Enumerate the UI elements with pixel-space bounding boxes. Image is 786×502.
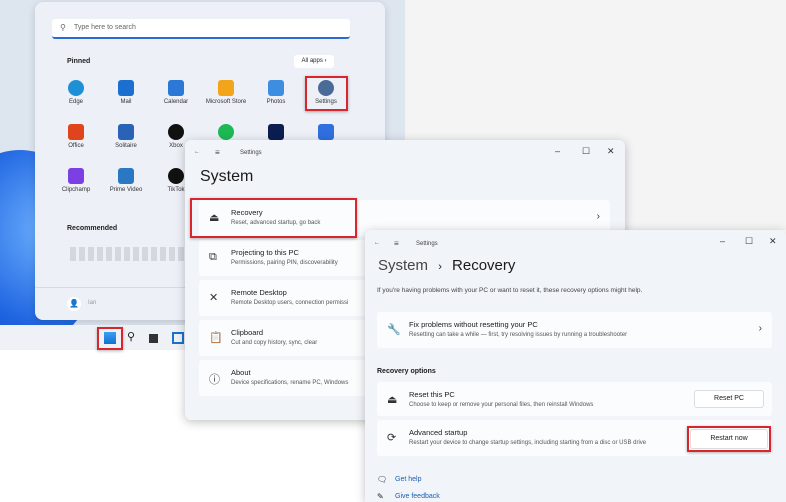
pinned-app-office[interactable]: Office — [51, 124, 101, 149]
card-title: Advanced startup — [409, 428, 468, 437]
all-apps-button[interactable]: All apps › — [294, 55, 334, 68]
app-label: Microsoft Store — [205, 99, 247, 105]
card-title: About — [231, 368, 251, 377]
card-subtitle: Cut and copy history, sync, clear — [231, 340, 318, 346]
search-icon: ⚲ — [60, 23, 66, 32]
section-label: Recovery options — [377, 368, 436, 375]
breadcrumb: System › Recovery — [378, 257, 515, 274]
pinned-app-microsoft-store[interactable]: Microsoft Store — [201, 80, 251, 105]
clipboard-icon: 📋 — [209, 332, 223, 344]
calendar-icon — [168, 80, 184, 96]
close-button[interactable]: ✕ — [769, 236, 777, 247]
window-title: Settings — [416, 241, 438, 247]
pinned-app-clipchamp[interactable]: Clipchamp — [51, 168, 101, 193]
menu-icon[interactable]: ≡ — [215, 148, 220, 157]
edge-icon — [68, 80, 84, 96]
widgets-icon[interactable] — [172, 332, 184, 344]
app-label: Clipchamp — [61, 187, 91, 193]
app-label: Photos — [266, 99, 286, 105]
search-input[interactable]: ⚲ Type here to search — [52, 19, 350, 39]
chevron-right-icon: › — [758, 323, 762, 334]
settings-recovery-window: ← ≡ Settings – ☐ ✕ System › Recovery If … — [365, 230, 786, 502]
card-title: Remote Desktop — [231, 288, 287, 297]
menu-icon[interactable]: ≡ — [394, 239, 399, 248]
recommended-item-blurred[interactable] — [70, 247, 190, 261]
projecting-icon: ⧉ — [209, 251, 217, 263]
app-label: Calendar — [163, 99, 189, 105]
card-subtitle: Resetting can take a while — first, try … — [409, 332, 628, 338]
disney--icon — [268, 124, 284, 140]
card-title: Projecting to this PC — [231, 248, 299, 257]
pinned-app-calendar[interactable]: Calendar — [151, 80, 201, 105]
all-apps-label: All apps — [301, 58, 323, 64]
reset-icon: ⏏ — [387, 394, 398, 406]
search-icon[interactable]: ⚲ — [127, 330, 139, 343]
card-subtitle: Permissions, pairing PIN, discoverabilit… — [231, 260, 338, 266]
page-description: If you're having problems with your PC o… — [377, 287, 643, 294]
maximize-button[interactable]: ☐ — [745, 236, 753, 247]
pinned-app-solitaire[interactable]: Solitaire — [101, 124, 151, 149]
pinned-app-photos[interactable]: Photos — [251, 80, 301, 105]
card-title: Fix problems without resetting your PC — [409, 320, 538, 329]
app-label: Office — [68, 143, 84, 149]
app-label: Mail — [120, 99, 132, 105]
minimize-button[interactable]: – — [555, 146, 560, 156]
restart-now-highlight — [687, 426, 771, 452]
spotify-icon — [218, 124, 234, 140]
card-title: Clipboard — [231, 328, 264, 337]
search-placeholder: Type here to search — [74, 24, 136, 31]
card-subtitle: Device specifications, rename PC, Window… — [231, 380, 349, 386]
app-label: Solitaire — [115, 143, 137, 149]
solitaire-icon — [118, 124, 134, 140]
get-help-link[interactable]: Get help — [395, 476, 421, 483]
prime-video-icon — [118, 168, 134, 184]
breadcrumb-recovery: Recovery — [452, 257, 516, 274]
microsoft-store-icon — [218, 80, 234, 96]
wrench-icon: 🔧 — [387, 324, 401, 336]
settings-highlight — [305, 76, 348, 111]
fix-problems-card[interactable]: 🔧 Fix problems without resetting your PC… — [377, 312, 772, 348]
tiktok-icon — [168, 168, 184, 184]
photos-icon — [268, 80, 284, 96]
pinned-app-edge[interactable]: Edge — [51, 80, 101, 105]
card-subtitle: Choose to keep or remove your personal f… — [409, 402, 594, 408]
minimize-button[interactable]: – — [720, 236, 725, 246]
pinned-app-prime-video[interactable]: Prime Video — [101, 168, 151, 193]
pinned-label: Pinned — [67, 58, 91, 65]
back-icon[interactable]: ← — [194, 149, 200, 155]
card-subtitle: Remote Desktop users, connection permiss… — [231, 300, 349, 306]
maximize-button[interactable]: ☐ — [582, 146, 590, 157]
xbox-icon — [168, 124, 184, 140]
office-icon — [68, 124, 84, 140]
advanced-startup-icon: ⟳ — [387, 432, 397, 444]
help-icon: 🗨 — [377, 475, 388, 484]
card-title: Reset this PC — [409, 390, 455, 399]
app-label: Prime Video — [109, 187, 143, 193]
to-do-icon — [318, 124, 334, 140]
chevron-right-icon: › — [596, 211, 600, 222]
feedback-icon: ✎ — [377, 492, 384, 501]
mail-icon — [118, 80, 134, 96]
breadcrumb-system[interactable]: System — [378, 257, 428, 274]
recommended-label: Recommended — [67, 225, 118, 232]
task-view-icon[interactable] — [149, 334, 158, 343]
pinned-app-mail[interactable]: Mail — [101, 80, 151, 105]
reset-pc-button[interactable]: Reset PC — [694, 390, 764, 408]
clipchamp-icon — [68, 168, 84, 184]
user-name[interactable]: Ian — [88, 300, 96, 306]
remote-desktop-icon: ✕ — [209, 292, 219, 304]
close-button[interactable]: ✕ — [607, 146, 615, 157]
back-icon[interactable]: ← — [374, 240, 380, 246]
user-avatar-icon[interactable]: 👤 — [67, 297, 81, 311]
card-subtitle: Restart your device to change startup se… — [409, 440, 647, 446]
window-title: Settings — [240, 150, 262, 156]
start-button-highlight — [97, 327, 123, 350]
about-icon: ⓘ — [209, 374, 220, 386]
page-title: System — [200, 168, 254, 185]
recovery-highlight — [190, 198, 357, 238]
app-label: Edge — [68, 99, 83, 105]
breadcrumb-separator: › — [438, 261, 442, 273]
give-feedback-link[interactable]: Give feedback — [395, 493, 440, 500]
